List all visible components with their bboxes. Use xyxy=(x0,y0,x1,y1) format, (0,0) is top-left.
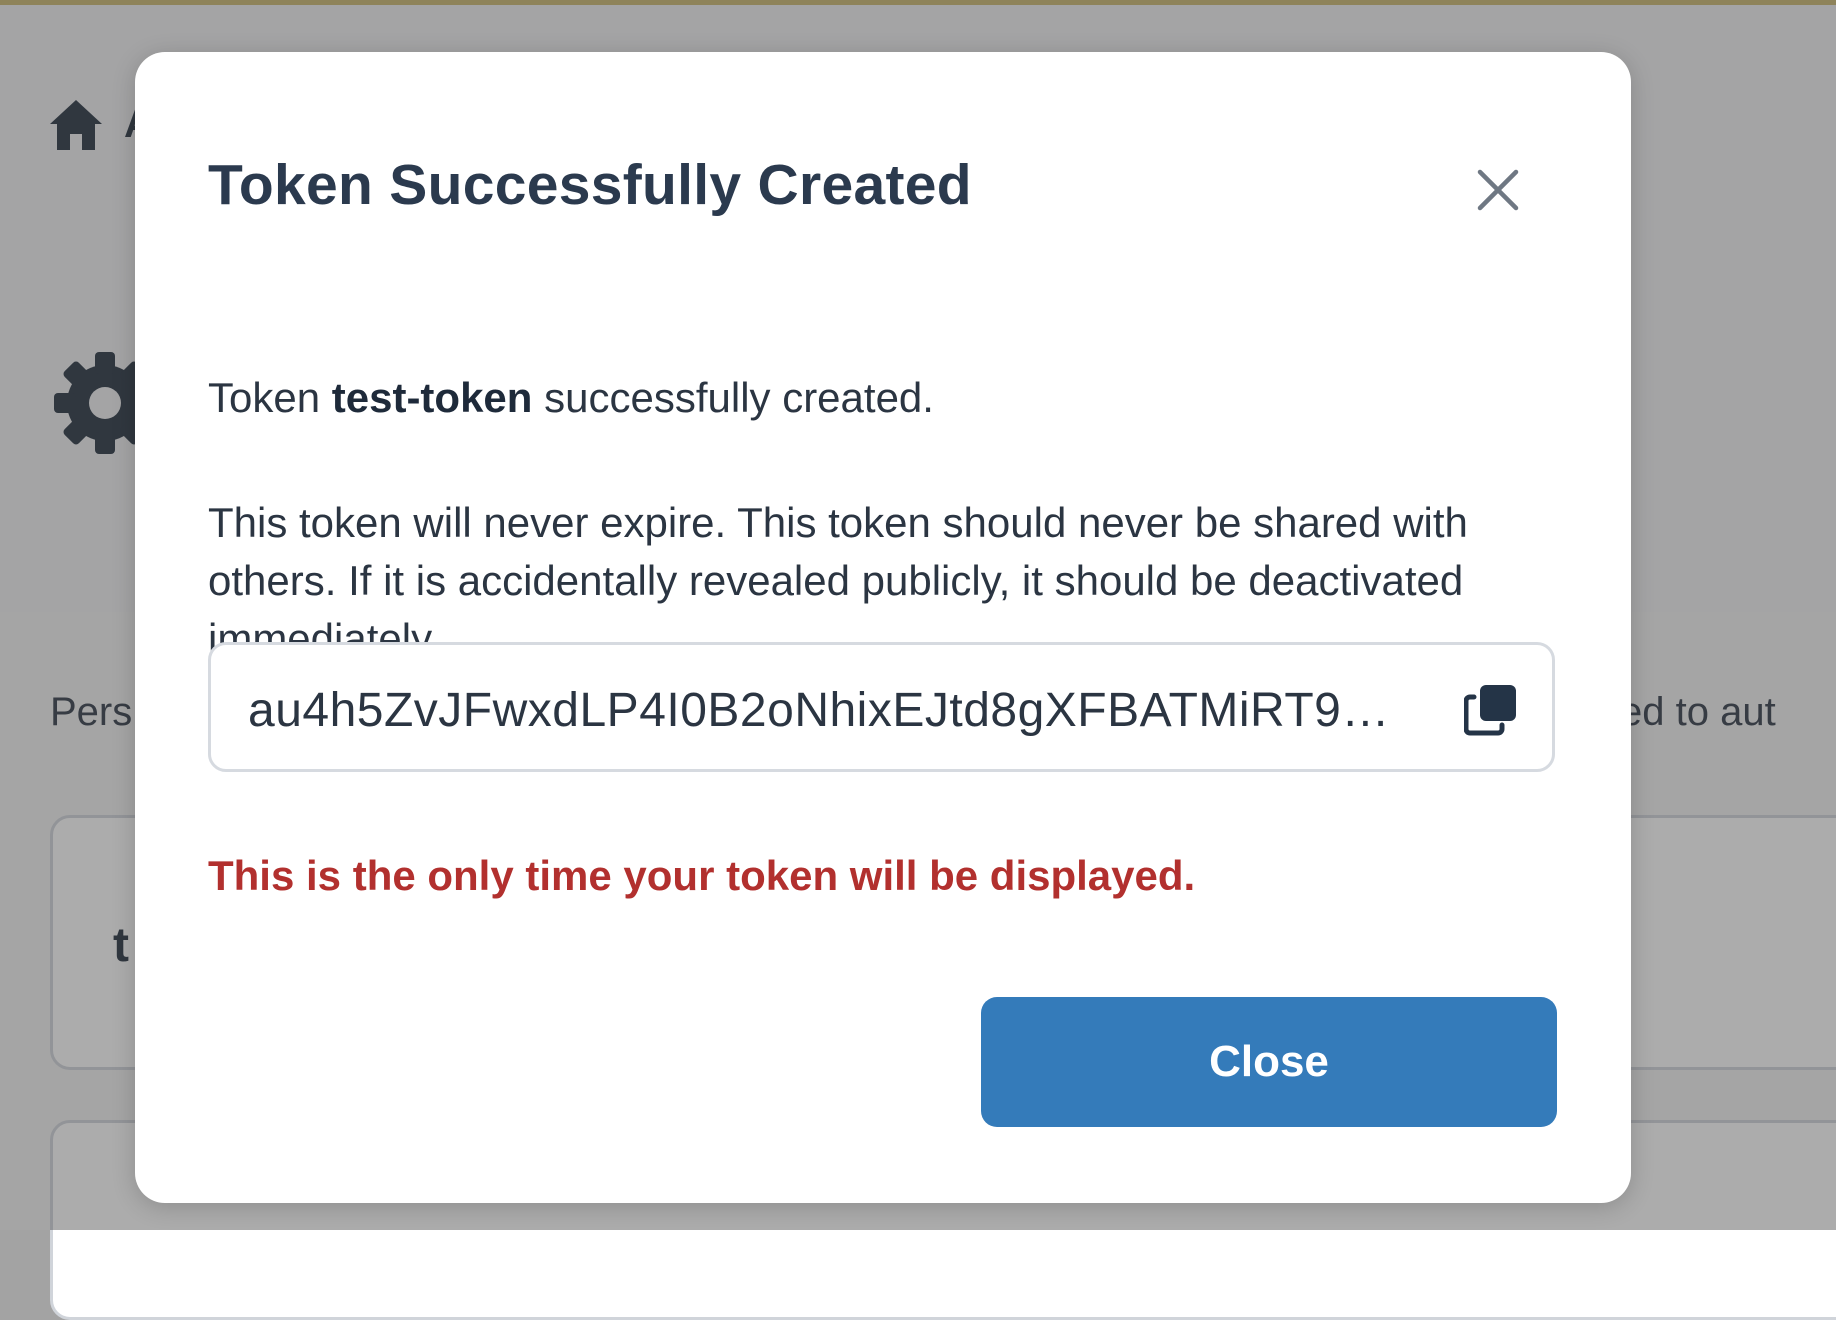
dialog-title: Token Successfully Created xyxy=(208,153,972,217)
token-value-field[interactable]: au4h5ZvJFwxdLP4I0B2oNhixEJtd8gXFBATMiRT9… xyxy=(208,642,1555,772)
token-created-dialog: Token Successfully Created Token test-to… xyxy=(135,52,1631,1203)
success-message: Token test-token successfully created. xyxy=(208,374,934,422)
close-button[interactable]: Close xyxy=(981,997,1557,1127)
copy-icon[interactable] xyxy=(1464,681,1520,737)
token-value[interactable]: au4h5ZvJFwxdLP4I0B2oNhixEJtd8gXFBATMiRT9… xyxy=(248,683,1408,738)
message-prefix: Token xyxy=(208,374,321,421)
token-name: test-token xyxy=(331,374,533,421)
close-icon[interactable] xyxy=(1468,160,1528,220)
only-time-notice: This is the only time your token will be… xyxy=(208,852,1196,899)
message-suffix: successfully created. xyxy=(544,374,934,421)
